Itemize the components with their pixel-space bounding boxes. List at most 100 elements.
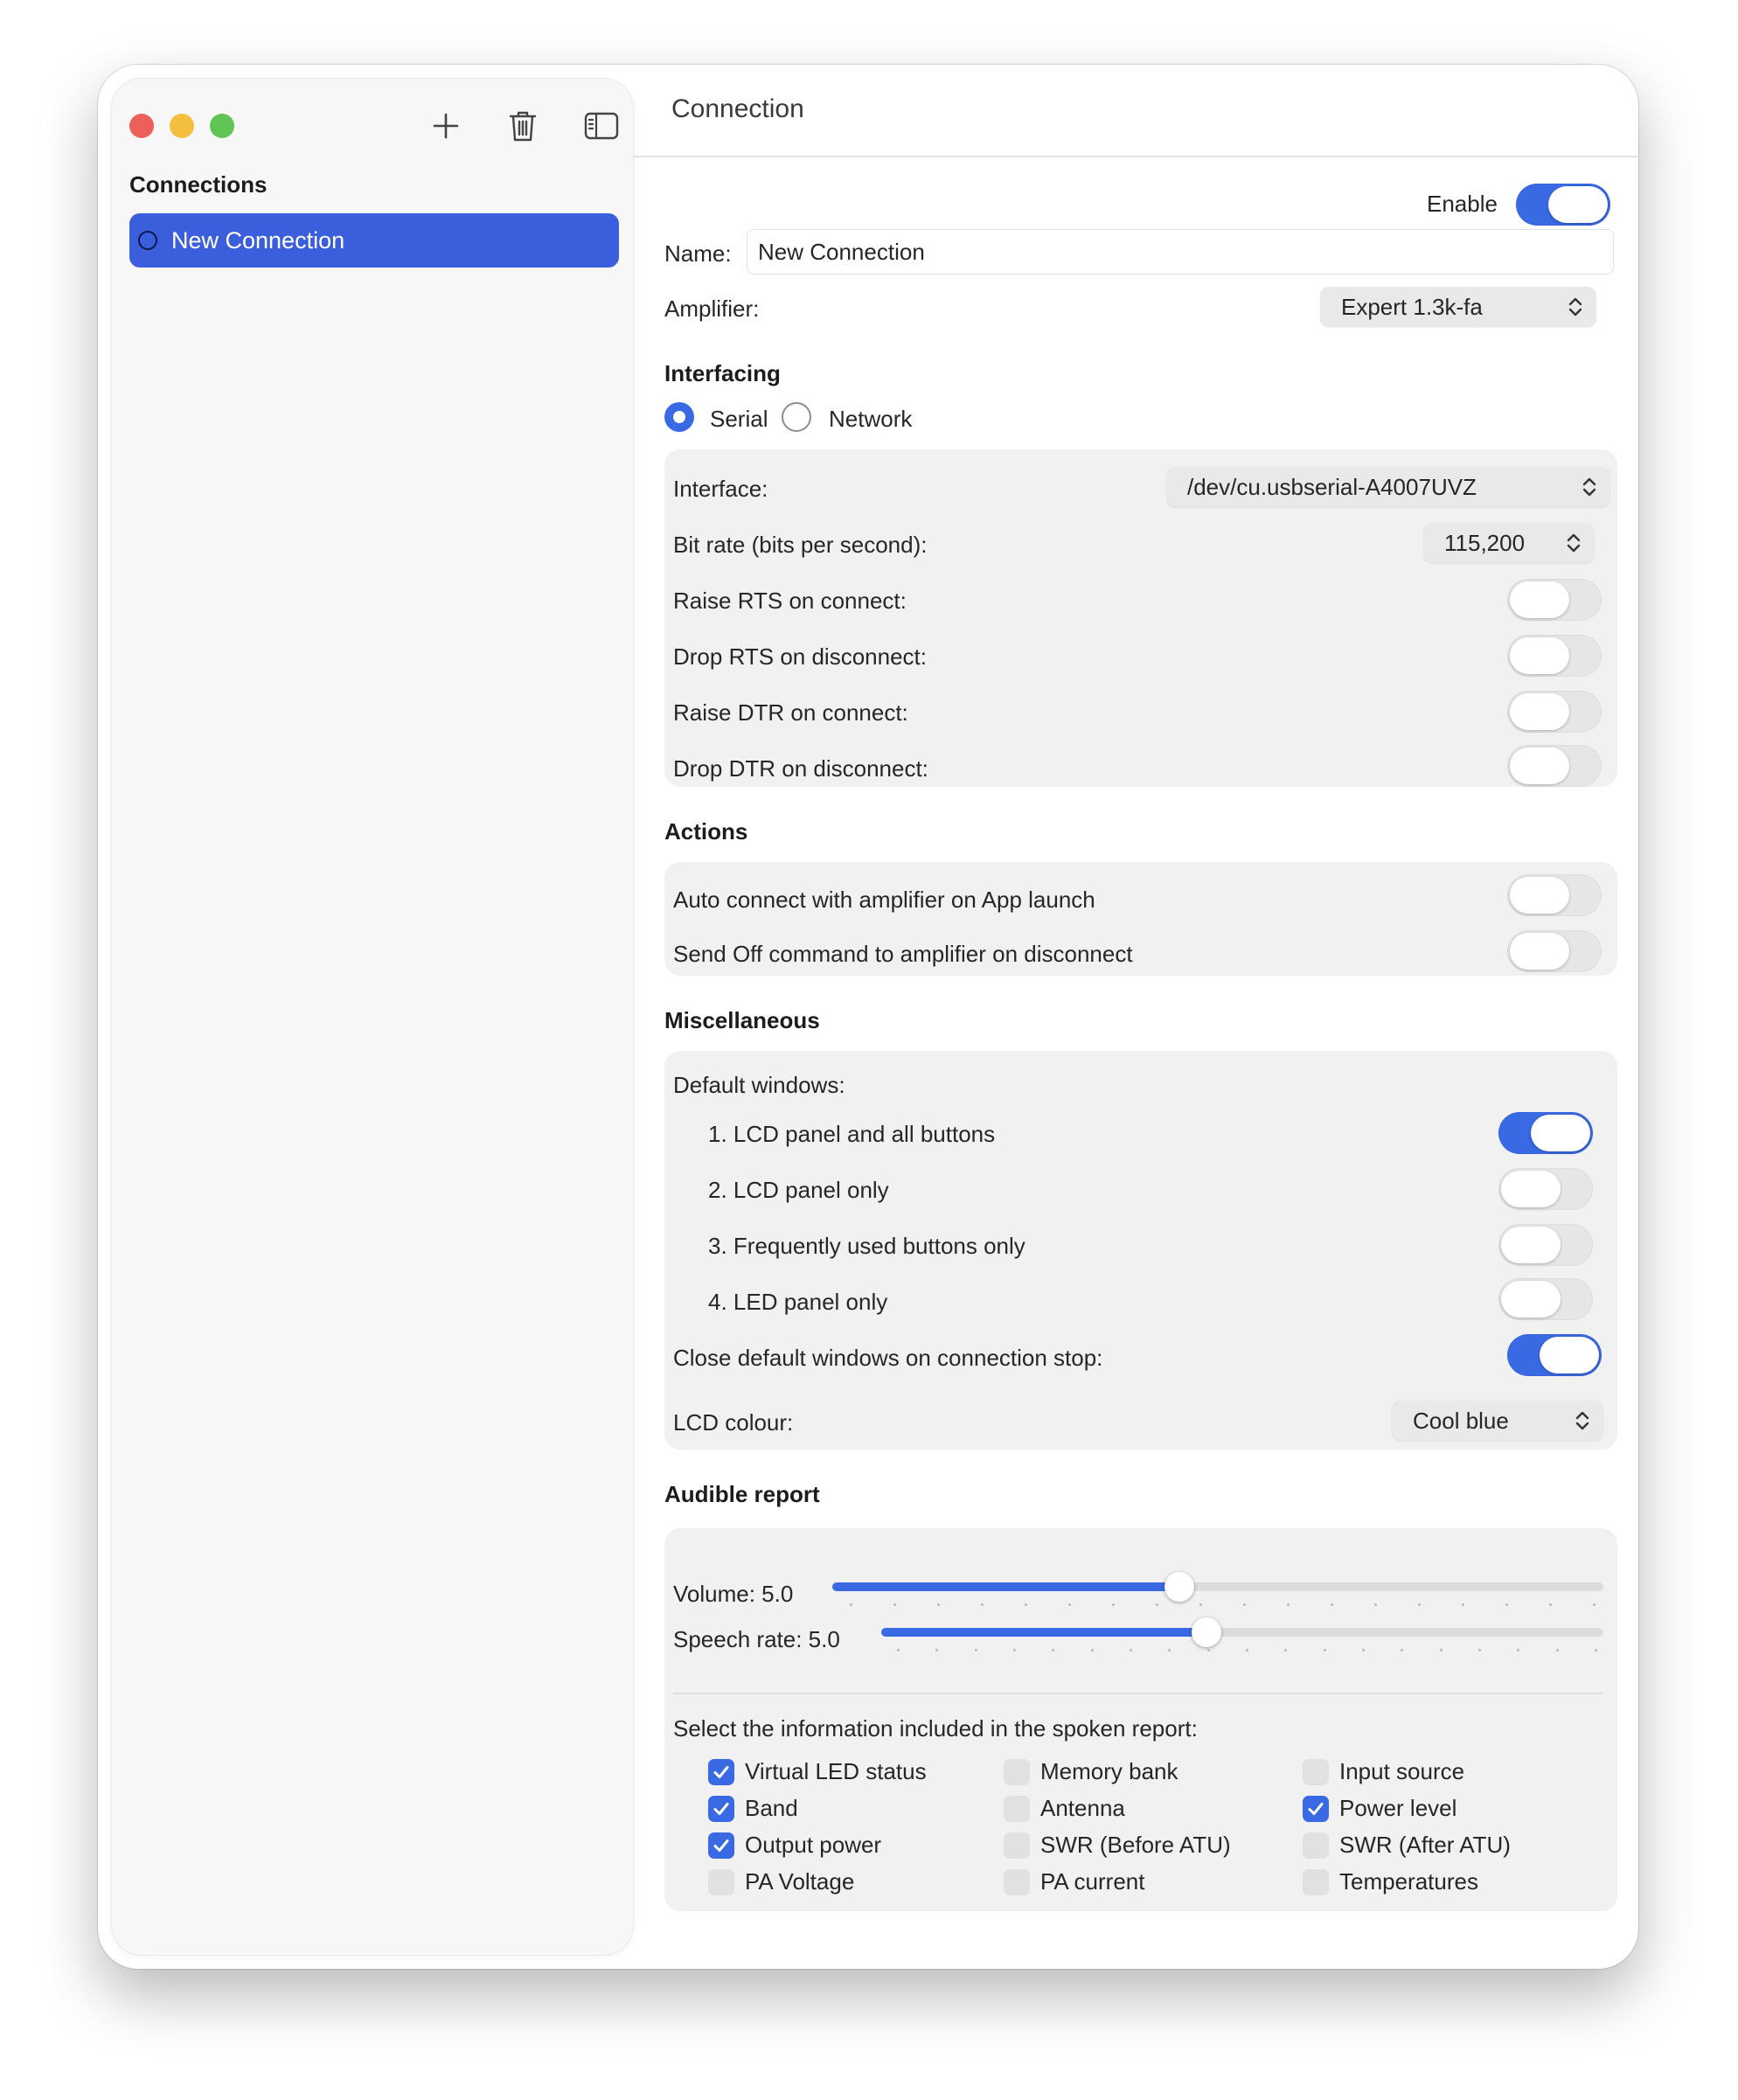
network-radio[interactable] bbox=[782, 402, 811, 432]
chevron-up-down-icon bbox=[1568, 297, 1582, 316]
temperatures-checkbox[interactable] bbox=[1303, 1869, 1329, 1895]
window-option-1-toggle[interactable] bbox=[1498, 1112, 1593, 1154]
slider-tick bbox=[1517, 1649, 1519, 1651]
interface-select-value: /dev/cu.usbserial-A4007UVZ bbox=[1187, 473, 1477, 500]
volume-slider[interactable] bbox=[832, 1572, 1603, 1602]
bitrate-select[interactable]: 115,200 bbox=[1423, 523, 1595, 563]
power-level-checkbox[interactable] bbox=[1303, 1796, 1329, 1822]
slider-tick bbox=[897, 1649, 900, 1651]
sidebar-heading: Connections bbox=[129, 171, 268, 198]
slider-tick bbox=[1168, 1649, 1171, 1651]
antenna-checkbox-label: Antenna bbox=[1040, 1795, 1125, 1821]
sidebar-item-new-connection[interactable]: New Connection bbox=[129, 213, 619, 268]
swr-after-atu-checkbox[interactable] bbox=[1303, 1832, 1329, 1859]
drop-rts-label: Drop RTS on disconnect: bbox=[673, 643, 927, 670]
slider-tick bbox=[1199, 1603, 1202, 1606]
page-title: Connection bbox=[671, 94, 804, 123]
close-window-button[interactable] bbox=[129, 114, 154, 138]
band-checkbox[interactable] bbox=[708, 1796, 734, 1822]
slider-tick bbox=[850, 1603, 852, 1606]
title-divider bbox=[633, 156, 1638, 157]
slider-tick bbox=[1401, 1649, 1403, 1651]
pa-current-checkbox-label: PA current bbox=[1040, 1868, 1145, 1895]
enable-toggle[interactable] bbox=[1516, 184, 1610, 226]
misc-group: Default windows: 1. LCD panel and all bu… bbox=[664, 1051, 1617, 1450]
send-off-toggle[interactable] bbox=[1507, 930, 1602, 972]
auto-connect-toggle[interactable] bbox=[1507, 874, 1602, 916]
input-source-checkbox[interactable] bbox=[1303, 1759, 1329, 1785]
audible-heading: Audible report bbox=[664, 1481, 820, 1507]
slider-tick bbox=[1068, 1603, 1071, 1606]
speech-rate-ticks bbox=[897, 1649, 1597, 1652]
window-option-3-label: 3. Frequently used buttons only bbox=[708, 1233, 1025, 1259]
window-option-2-label: 2. LCD panel only bbox=[708, 1177, 889, 1203]
enable-label: Enable bbox=[1427, 191, 1498, 217]
pa-voltage-checkbox[interactable] bbox=[708, 1869, 734, 1895]
toggle-sidebar-button[interactable] bbox=[580, 105, 622, 147]
drop-rts-toggle[interactable] bbox=[1507, 635, 1602, 677]
slider-tick bbox=[1025, 1603, 1027, 1606]
interfacing-heading: Interfacing bbox=[664, 360, 781, 386]
serial-radio[interactable] bbox=[664, 402, 694, 432]
add-connection-button[interactable] bbox=[425, 105, 467, 147]
select-info-label: Select the information included in the s… bbox=[673, 1715, 1198, 1742]
swr-before-atu-checkbox[interactable] bbox=[1004, 1832, 1030, 1859]
volume-slider-knob[interactable] bbox=[1164, 1572, 1194, 1602]
zoom-window-button[interactable] bbox=[210, 114, 234, 138]
interfacing-group: Interface: /dev/cu.usbserial-A4007UVZ Bi… bbox=[664, 449, 1617, 787]
slider-tick bbox=[1284, 1649, 1287, 1651]
slider-tick bbox=[1556, 1649, 1559, 1651]
raise-dtr-toggle[interactable] bbox=[1507, 691, 1602, 733]
sidebar: Connections New Connection bbox=[112, 79, 633, 1955]
virtual-led-status-checkbox[interactable] bbox=[708, 1759, 734, 1785]
speech-rate-slider[interactable] bbox=[881, 1617, 1603, 1647]
slider-tick bbox=[1478, 1649, 1481, 1651]
speech-rate-slider-knob[interactable] bbox=[1192, 1617, 1221, 1647]
window-option-1-label: 1. LCD panel and all buttons bbox=[708, 1121, 996, 1147]
slider-tick bbox=[975, 1649, 977, 1651]
volume-ticks bbox=[850, 1603, 1595, 1607]
pa-current-checkbox[interactable] bbox=[1004, 1869, 1030, 1895]
interface-select[interactable]: /dev/cu.usbserial-A4007UVZ bbox=[1166, 467, 1610, 507]
antenna-checkbox[interactable] bbox=[1004, 1796, 1030, 1822]
slider-tick bbox=[1418, 1603, 1421, 1606]
lcd-colour-select[interactable]: Cool blue bbox=[1392, 1401, 1603, 1441]
slider-tick bbox=[981, 1603, 984, 1606]
audible-divider bbox=[673, 1693, 1603, 1694]
raise-rts-label: Raise RTS on connect: bbox=[673, 588, 907, 614]
raise-rts-toggle[interactable] bbox=[1507, 579, 1602, 621]
virtual-led-status-checkbox-label: Virtual LED status bbox=[745, 1758, 927, 1784]
output-power-checkbox[interactable] bbox=[708, 1832, 734, 1859]
name-field[interactable]: New Connection bbox=[747, 229, 1614, 275]
delete-connection-button[interactable] bbox=[502, 105, 544, 147]
checkmark-icon bbox=[1308, 1803, 1324, 1815]
drop-dtr-label: Drop DTR on disconnect: bbox=[673, 755, 928, 782]
name-label: Name: bbox=[664, 240, 732, 267]
slider-tick bbox=[1112, 1603, 1115, 1606]
swr-after-atu-checkbox-label: SWR (After ATU) bbox=[1339, 1832, 1511, 1858]
window-option-4-toggle[interactable] bbox=[1498, 1278, 1593, 1320]
amplifier-select[interactable]: Expert 1.3k-fa bbox=[1320, 287, 1596, 327]
slider-tick bbox=[1331, 1603, 1333, 1606]
amplifier-label: Amplifier: bbox=[664, 296, 760, 322]
volume-slider-fill bbox=[832, 1582, 1179, 1591]
window-option-2-toggle[interactable] bbox=[1498, 1168, 1593, 1210]
auto-connect-label: Auto connect with amplifier on App launc… bbox=[673, 887, 1095, 913]
temperatures-checkbox-label: Temperatures bbox=[1339, 1868, 1478, 1895]
minimize-window-button[interactable] bbox=[170, 114, 194, 138]
actions-heading: Actions bbox=[664, 818, 748, 845]
slider-tick bbox=[1549, 1603, 1552, 1606]
speech-rate-slider-fill bbox=[881, 1628, 1206, 1637]
slider-tick bbox=[937, 1603, 940, 1606]
drop-dtr-toggle[interactable] bbox=[1507, 745, 1602, 787]
bitrate-label: Bit rate (bits per second): bbox=[673, 532, 928, 558]
misc-heading: Miscellaneous bbox=[664, 1007, 820, 1033]
memory-bank-checkbox[interactable] bbox=[1004, 1759, 1030, 1785]
slider-tick bbox=[1324, 1649, 1326, 1651]
slider-tick bbox=[1505, 1603, 1508, 1606]
slider-tick bbox=[1156, 1603, 1158, 1606]
band-checkbox-label: Band bbox=[745, 1795, 798, 1821]
close-default-toggle[interactable] bbox=[1507, 1334, 1602, 1376]
slider-tick bbox=[1013, 1649, 1016, 1651]
window-option-3-toggle[interactable] bbox=[1498, 1224, 1593, 1266]
